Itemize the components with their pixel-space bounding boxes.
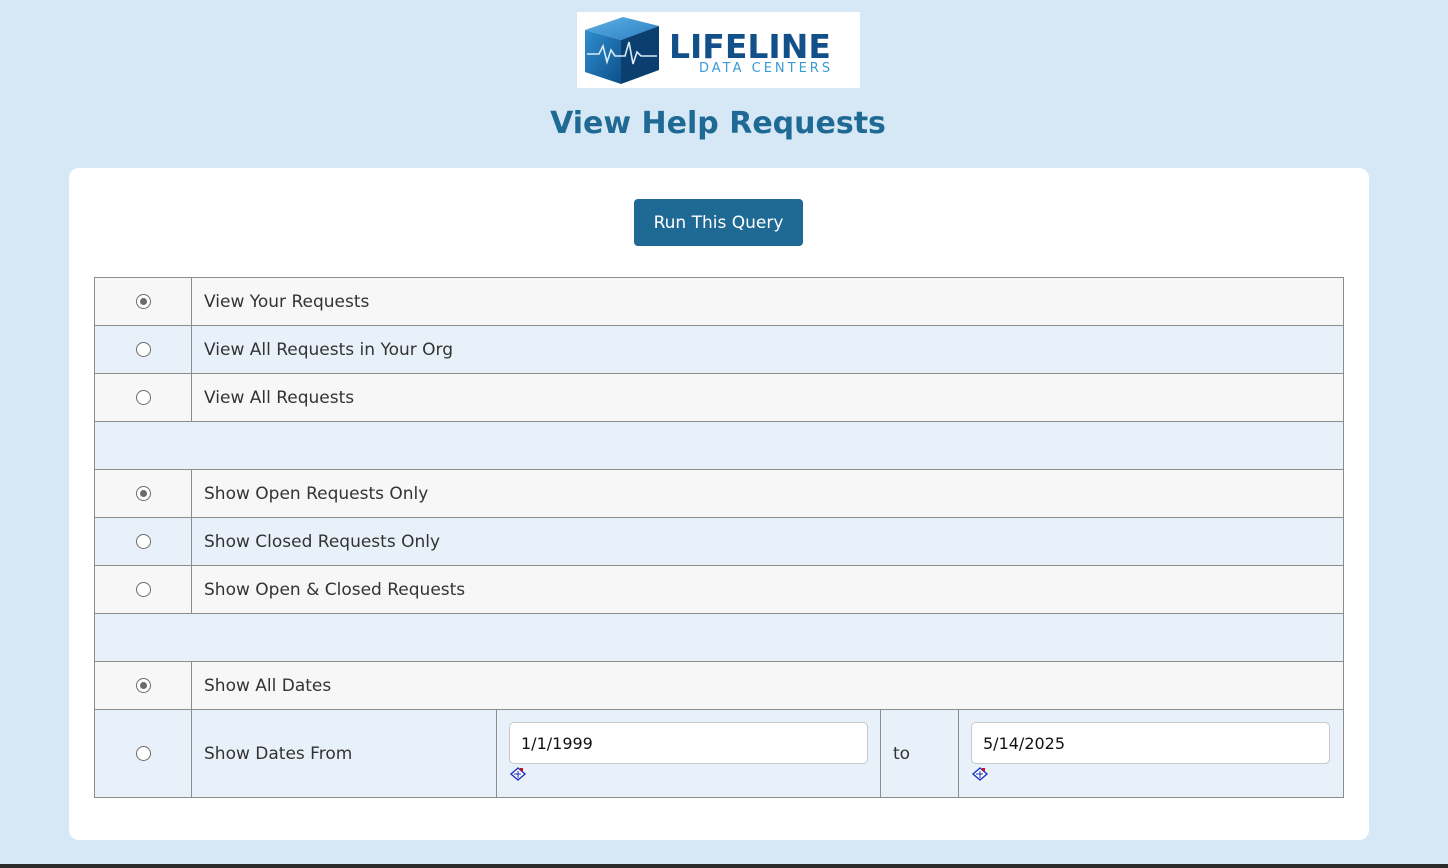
to-label: to — [880, 709, 959, 798]
option-label: Show Dates From — [191, 709, 497, 798]
status-row-open-closed: Show Open & Closed Requests — [94, 565, 1344, 614]
option-label: Show All Dates — [191, 661, 1344, 710]
scope-row-all-requests: View All Requests — [94, 373, 1344, 422]
page: LIFELINE DATA CENTERS View Help Requests… — [0, 0, 1448, 868]
option-label: View All Requests in Your Org — [191, 325, 1344, 374]
logo-brand-sub: DATA CENTERS — [699, 61, 833, 76]
scope-row-org-requests: View All Requests in Your Org — [94, 325, 1344, 374]
radio-view-all-requests[interactable] — [135, 390, 151, 405]
radio-show-closed-only[interactable] — [135, 534, 151, 549]
query-options-table: View Your Requests View All Requests in … — [94, 277, 1344, 798]
date-row-all: Show All Dates — [94, 661, 1344, 710]
radio-show-dates-from[interactable] — [135, 746, 151, 761]
status-row-closed: Show Closed Requests Only — [94, 517, 1344, 566]
option-label: Show Closed Requests Only — [191, 517, 1344, 566]
option-label: View All Requests — [191, 373, 1344, 422]
from-date-cell — [496, 709, 881, 798]
option-label: View Your Requests — [191, 277, 1344, 326]
option-label: Show Open Requests Only — [191, 469, 1344, 518]
radio-show-all-dates[interactable] — [135, 678, 151, 693]
calendar-icon[interactable] — [509, 767, 527, 783]
radio-view-your-requests[interactable] — [135, 294, 151, 309]
spacer-row — [94, 613, 1344, 662]
radio-show-open-and-closed[interactable] — [135, 582, 151, 597]
scope-row-your-requests: View Your Requests — [94, 277, 1344, 326]
to-date-cell — [958, 709, 1344, 798]
option-label: Show Open & Closed Requests — [191, 565, 1344, 614]
spacer-row — [94, 421, 1344, 470]
lifeline-logo: LIFELINE DATA CENTERS — [577, 12, 860, 88]
status-row-open: Show Open Requests Only — [94, 469, 1344, 518]
radio-view-org-requests[interactable] — [135, 342, 151, 357]
date-row-range: Show Dates From to — [94, 709, 1344, 798]
from-date-input[interactable] — [509, 722, 868, 764]
radio-show-open-only[interactable] — [135, 486, 151, 501]
calendar-icon[interactable] — [971, 767, 989, 783]
page-title: View Help Requests — [550, 106, 886, 141]
run-query-button[interactable]: Run This Query — [634, 199, 803, 246]
window-bottom-edge — [0, 864, 1448, 868]
to-date-input[interactable] — [971, 722, 1330, 764]
